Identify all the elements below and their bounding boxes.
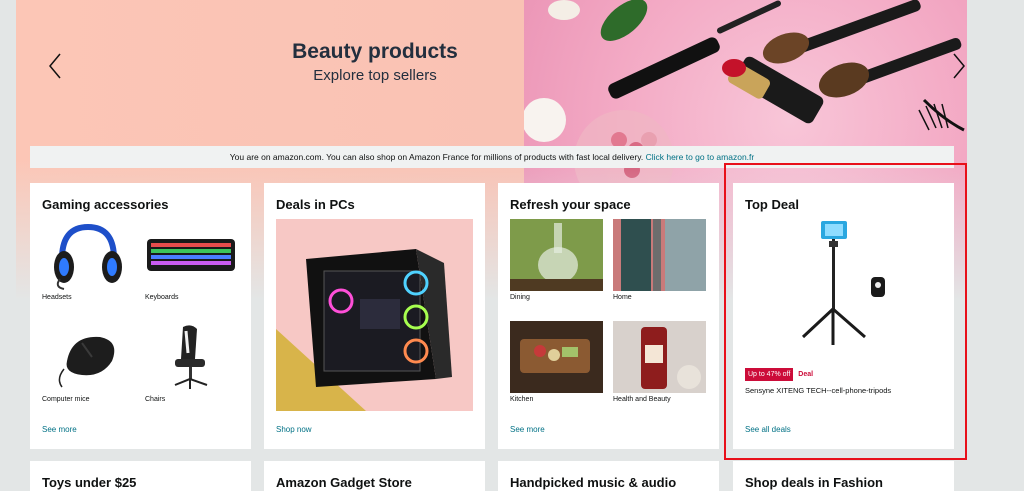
home-image bbox=[613, 219, 706, 291]
card-title: Handpicked music & audio bbox=[510, 475, 677, 490]
chevron-left-icon bbox=[49, 53, 61, 79]
tile-label: Kitchen bbox=[510, 396, 534, 403]
card-gaming-accessories: Gaming accessories Headsets Keyboards Co… bbox=[30, 183, 251, 449]
card-title: Shop deals in Fashion bbox=[745, 475, 883, 490]
deal-product-title[interactable]: Sensyne XITENG TECH--cell-phone-tripods bbox=[745, 386, 891, 395]
keyboard-image bbox=[145, 219, 238, 291]
card-title: Toys under $25 bbox=[42, 475, 137, 490]
tile-label: Home bbox=[613, 294, 632, 301]
carousel-next-button[interactable] bbox=[946, 48, 967, 84]
tile-label: Computer mice bbox=[42, 396, 90, 403]
health-beauty-image bbox=[613, 321, 706, 393]
tile-label: Dining bbox=[510, 294, 530, 301]
tile-label: Headsets bbox=[42, 294, 72, 301]
hero-title: Beauty products bbox=[292, 40, 458, 63]
chevron-right-icon bbox=[953, 53, 965, 79]
tile-label: Health and Beauty bbox=[613, 396, 671, 403]
tile-dining[interactable]: Dining bbox=[510, 219, 603, 301]
card-title: Refresh your space bbox=[510, 197, 631, 212]
dining-image bbox=[510, 219, 603, 291]
tile-computer-mice[interactable]: Computer mice bbox=[42, 321, 135, 403]
chair-image bbox=[145, 321, 238, 393]
tile-headsets[interactable]: Headsets bbox=[42, 219, 135, 301]
card-title: Gaming accessories bbox=[42, 197, 169, 212]
card-top-deal: Top Deal Up to 47% off Deal Sensyne XITE… bbox=[733, 183, 954, 449]
card-fashion-deals: Shop deals in Fashion bbox=[733, 461, 954, 491]
tripod-image[interactable] bbox=[745, 219, 942, 363]
deal-badge-row: Up to 47% off Deal bbox=[745, 368, 813, 381]
tile-label: Chairs bbox=[145, 396, 166, 403]
card-title: Amazon Gadget Store bbox=[276, 475, 412, 490]
locale-notice: You are on amazon.com. You can also shop… bbox=[30, 146, 954, 168]
hero-subtitle: Explore top sellers bbox=[313, 67, 437, 84]
card-toys-under-25: Toys under $25 bbox=[30, 461, 251, 491]
card-title: Deals in PCs bbox=[276, 197, 355, 212]
card-handpicked-music: Handpicked music & audio bbox=[498, 461, 719, 491]
tile-chairs[interactable]: Chairs bbox=[145, 321, 238, 403]
pc-image[interactable] bbox=[276, 219, 473, 411]
amazon-fr-link[interactable]: Click here to go to amazon.fr bbox=[646, 152, 755, 162]
tile-keyboards[interactable]: Keyboards bbox=[145, 219, 238, 301]
mouse-image bbox=[42, 321, 135, 393]
carousel-prev-button[interactable] bbox=[42, 48, 68, 84]
kitchen-image bbox=[510, 321, 603, 393]
tile-kitchen[interactable]: Kitchen bbox=[510, 321, 603, 403]
shop-now-link[interactable]: Shop now bbox=[276, 425, 312, 434]
card-deals-in-pcs: Deals in PCs Shop now bbox=[264, 183, 485, 449]
see-all-deals-link[interactable]: See all deals bbox=[745, 425, 791, 434]
locale-notice-text: You are on amazon.com. You can also shop… bbox=[229, 152, 646, 162]
tile-label: Keyboards bbox=[145, 294, 179, 301]
see-more-link[interactable]: See more bbox=[42, 425, 77, 434]
headset-image bbox=[42, 219, 135, 291]
card-refresh-your-space: Refresh your space Dining Home Kitchen H… bbox=[498, 183, 719, 449]
see-more-link[interactable]: See more bbox=[510, 425, 545, 434]
tile-health-and-beauty[interactable]: Health and Beauty bbox=[613, 321, 706, 403]
card-amazon-gadget-store: Amazon Gadget Store bbox=[264, 461, 485, 491]
card-title: Top Deal bbox=[745, 197, 799, 212]
discount-badge: Up to 47% off bbox=[745, 368, 794, 381]
tile-home[interactable]: Home bbox=[613, 219, 706, 301]
deal-label: Deal bbox=[798, 371, 814, 378]
